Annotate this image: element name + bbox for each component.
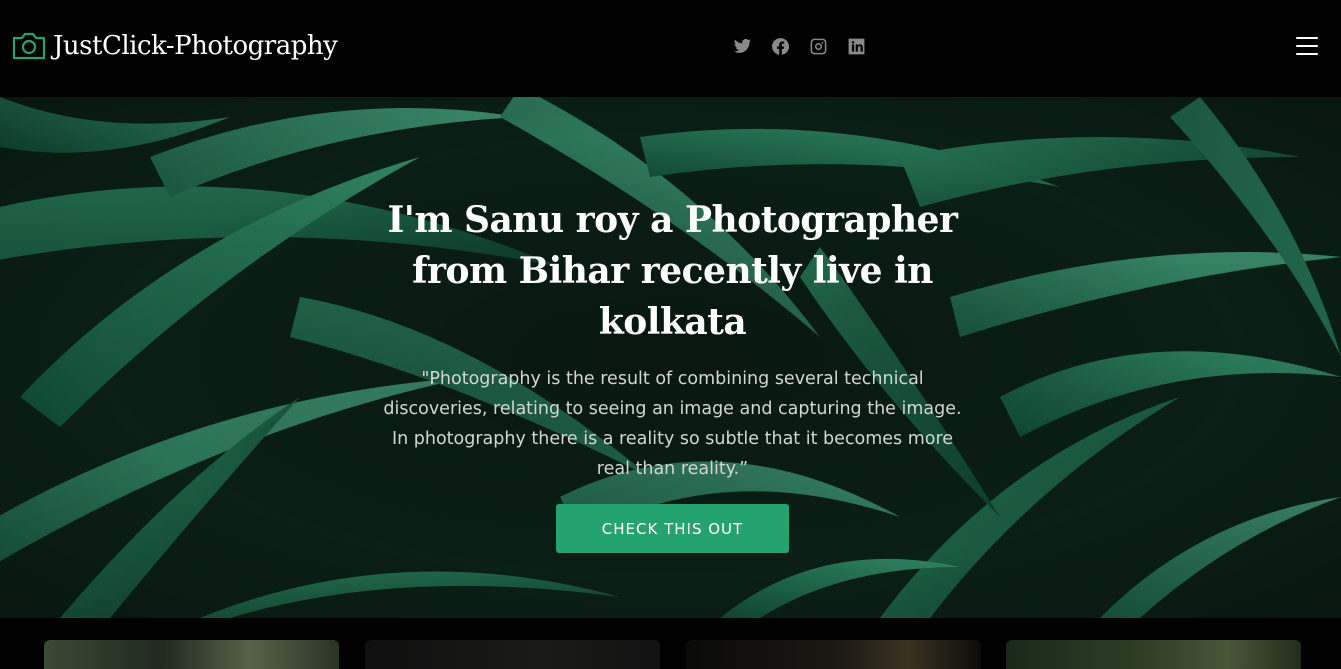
camera-icon <box>12 32 46 60</box>
twitter-icon[interactable] <box>733 37 752 56</box>
hero-quote: "Photography is the result of combining … <box>383 369 962 479</box>
hero-title: I'm Sanu roy a Photographer from Bihar r… <box>387 199 958 343</box>
hero-section: I'm Sanu roy a Photographer from Bihar r… <box>0 97 1341 618</box>
social-links <box>733 37 866 56</box>
instagram-icon[interactable] <box>809 37 828 56</box>
site-header: JustClick-Photography <box>0 0 1341 97</box>
facebook-icon[interactable] <box>771 37 790 56</box>
gallery-card[interactable] <box>365 640 660 669</box>
check-this-out-button[interactable]: CHECK THIS OUT <box>556 504 789 553</box>
hamburger-menu-icon[interactable] <box>1296 37 1320 57</box>
brand-name: JustClick-Photography <box>53 31 338 61</box>
gallery-card[interactable] <box>1006 640 1301 669</box>
hero-content: I'm Sanu roy a Photographer from Bihar r… <box>370 195 975 484</box>
brand-logo[interactable]: JustClick-Photography <box>11 30 338 62</box>
linkedin-icon[interactable] <box>847 37 866 56</box>
gallery-card[interactable] <box>686 640 981 669</box>
gallery-preview <box>0 618 1341 669</box>
gallery-card[interactable] <box>44 640 339 669</box>
